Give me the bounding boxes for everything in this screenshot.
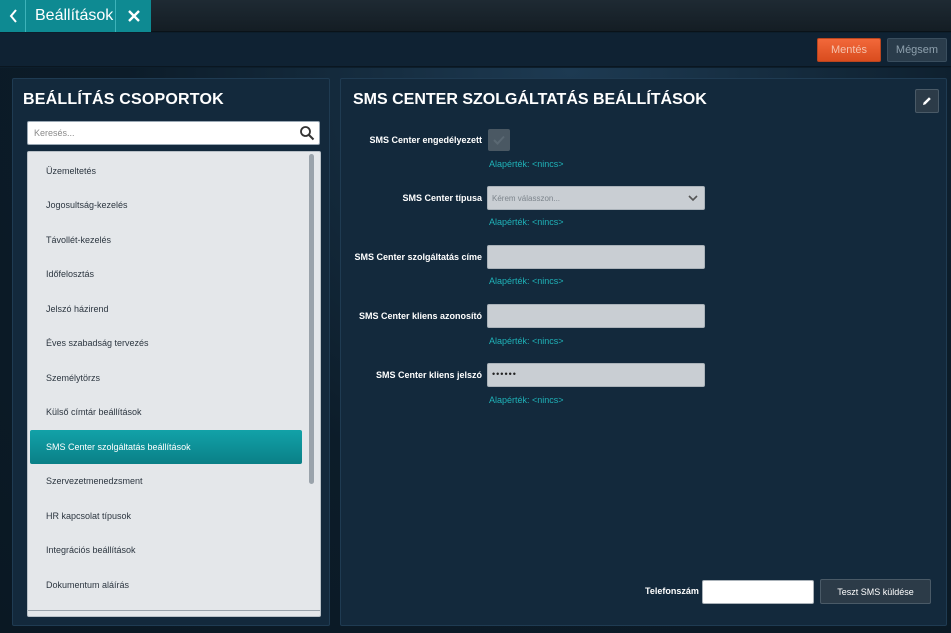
list-item[interactable]: Integrációs beállítások <box>30 533 302 567</box>
type-label: SMS Center típusa <box>402 193 482 203</box>
save-button[interactable]: Mentés <box>817 38 881 62</box>
cancel-button[interactable]: Mégsem <box>887 38 947 62</box>
list-item[interactable]: Személytörzs <box>30 361 302 395</box>
enabled-checkbox[interactable] <box>488 129 510 151</box>
search-input[interactable]: Keresés... <box>27 121 320 145</box>
client-id-label: SMS Center kliens azonosító <box>358 311 482 321</box>
list-divider <box>28 610 320 611</box>
list-item[interactable]: Szervezetmenedzsment <box>30 464 302 498</box>
client-id-field[interactable] <box>487 304 705 328</box>
back-button[interactable] <box>0 0 26 32</box>
pencil-icon <box>923 97 931 105</box>
password-label: SMS Center kliens jelszó <box>375 370 482 380</box>
list-item[interactable]: Külső címtár beállítások <box>30 395 302 429</box>
action-bar <box>0 33 951 67</box>
settings-groups-panel: BEÁLLÍTÁS CSOPORTOK Keresés... Üzemeltet… <box>12 78 330 626</box>
address-label: SMS Center szolgáltatás címe <box>354 252 482 262</box>
list-item[interactable]: Jelszó házirend <box>30 292 302 326</box>
type-select[interactable]: Kérem válasszon... <box>487 186 705 210</box>
phone-input[interactable] <box>702 580 814 604</box>
check-icon <box>493 135 505 145</box>
sms-settings-panel: SMS CENTER SZOLGÁLTATÁS BEÁLLÍTÁSOK SMS … <box>340 78 947 626</box>
edit-button[interactable] <box>915 89 939 113</box>
settings-group-list: Üzemeltetés Jogosultság-kezelés Távollét… <box>27 151 321 617</box>
close-tab-button[interactable] <box>116 0 151 32</box>
list-item[interactable]: HR kapcsolat típusok <box>30 499 302 533</box>
send-test-sms-button[interactable]: Teszt SMS küldése <box>820 579 931 604</box>
type-default: Alapérték: <nincs> <box>489 217 564 227</box>
search-icon[interactable] <box>299 125 315 141</box>
list-item[interactable]: Dokumentum aláírás <box>30 568 302 602</box>
settings-tab[interactable]: Beállítások <box>0 0 151 32</box>
password-default: Alapérték: <nincs> <box>489 395 564 405</box>
address-field[interactable] <box>487 245 705 269</box>
list-item[interactable]: Éves szabadság tervezés <box>30 326 302 360</box>
list-item[interactable]: Jogosultság-kezelés <box>30 188 302 222</box>
password-value: •••••• <box>492 369 517 379</box>
enabled-label: SMS Center engedélyezett <box>369 135 482 145</box>
phone-label: Telefonszám <box>645 586 699 596</box>
enabled-default: Alapérték: <nincs> <box>489 159 564 169</box>
panel-title: BEÁLLÍTÁS CSOPORTOK <box>23 91 224 108</box>
password-field[interactable]: •••••• <box>487 363 705 387</box>
address-default: Alapérték: <nincs> <box>489 276 564 286</box>
page-title: SMS CENTER SZOLGÁLTATÁS BEÁLLÍTÁSOK <box>353 91 707 108</box>
top-bar: Beállítások <box>0 0 951 32</box>
close-icon <box>127 10 140 22</box>
list-item[interactable]: Üzemeltetés <box>30 154 302 188</box>
search-placeholder: Keresés... <box>34 128 75 138</box>
type-placeholder: Kérem válasszon... <box>492 194 561 203</box>
list-item[interactable]: Időfelosztás <box>30 257 302 291</box>
tab-title: Beállítások <box>26 0 116 32</box>
chevron-down-icon <box>688 195 698 202</box>
list-item[interactable]: Távollét-kezelés <box>30 223 302 257</box>
list-item-active[interactable]: SMS Center szolgáltatás beállítások <box>30 430 302 464</box>
client-id-default: Alapérték: <nincs> <box>489 336 564 346</box>
chevron-left-icon <box>9 9 17 23</box>
list-scrollbar[interactable] <box>309 154 314 484</box>
